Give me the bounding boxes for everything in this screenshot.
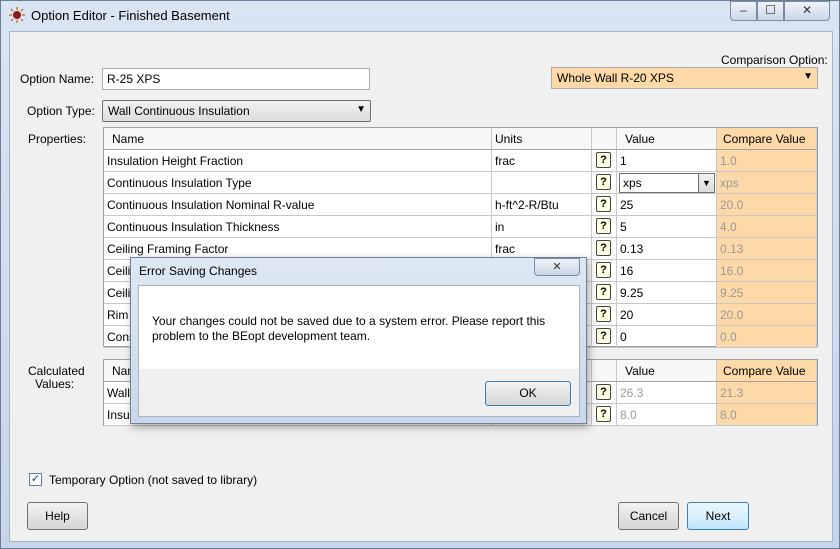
option-editor-window: Option Editor - Finished Basement – ☐ ✕ … [0, 0, 840, 549]
row-compare-value: 21.3 [717, 382, 817, 404]
header-name[interactable]: Name [104, 128, 492, 150]
option-name-input[interactable]: R-25 XPS [102, 68, 370, 90]
calculated-label-line2: Values: [35, 377, 75, 391]
maximize-button[interactable]: ☐ [757, 1, 784, 21]
header-help [592, 128, 617, 150]
comparison-option-label: Comparison Option: [721, 53, 828, 67]
help-question-icon[interactable]: ? [596, 152, 611, 168]
chevron-down-icon: ▼ [698, 174, 714, 192]
row-name: Continuous Insulation Thickness [104, 216, 492, 238]
row-value-input[interactable]: 20 [617, 304, 717, 326]
row-calculated-value: 26.3 [617, 382, 717, 404]
help-question-icon[interactable]: ? [596, 284, 611, 300]
help-button[interactable]: Help [27, 502, 88, 530]
help-question-icon[interactable]: ? [596, 262, 611, 278]
table-row: Continuous Insulation Thickness in ? 5 4… [104, 216, 817, 238]
chevron-down-icon: ▼ [356, 104, 366, 115]
header-value[interactable]: Value [617, 128, 717, 150]
row-compare-value: 1.0 [717, 150, 817, 172]
row-compare-value: 9.25 [717, 282, 817, 304]
row-value-input[interactable]: 5 [617, 216, 717, 238]
minimize-button[interactable]: – [730, 1, 757, 21]
header-compare[interactable]: Compare Value [717, 360, 817, 382]
next-button[interactable]: Next [687, 502, 749, 530]
option-name-label: Option Name: [20, 72, 95, 86]
app-sun-icon [9, 7, 25, 23]
row-name: Insulation Height Fraction [104, 150, 492, 172]
table-row: Insulation Height Fraction frac ? 1 1.0 [104, 150, 817, 172]
dialog-title: Error Saving Changes [139, 264, 258, 278]
option-type-select[interactable]: Wall Continuous Insulation ▼ [102, 100, 371, 122]
temporary-option-checkbox[interactable]: ✓ [29, 473, 42, 486]
comparison-option-select[interactable]: Whole Wall R-20 XPS ▼ [551, 67, 818, 89]
dialog-body: Your changes could not be saved due to a… [138, 285, 580, 417]
row-compare-value: 0.13 [717, 238, 817, 260]
header-units[interactable]: Units [492, 128, 592, 150]
comparison-option-value: Whole Wall R-20 XPS [557, 71, 674, 85]
help-question-icon[interactable]: ? [596, 406, 611, 422]
row-units: frac [492, 150, 592, 172]
row-units: h-ft^2-R/Btu [492, 194, 592, 216]
row-value-input[interactable]: 0 [617, 326, 717, 348]
help-question-icon[interactable]: ? [596, 240, 611, 256]
row-units [492, 172, 592, 194]
help-question-icon[interactable]: ? [596, 218, 611, 234]
ok-button[interactable]: OK [485, 381, 571, 406]
properties-header-row: Name Units Value Compare Value [104, 128, 817, 150]
row-value-input[interactable]: 9.25 [617, 282, 717, 304]
help-question-icon[interactable]: ? [596, 196, 611, 212]
header-help [592, 360, 617, 382]
row-compare-value: 8.0 [717, 404, 817, 426]
window-title: Option Editor - Finished Basement [31, 8, 230, 23]
option-type-label: Option Type: [27, 104, 95, 118]
row-compare-value: 16.0 [717, 260, 817, 282]
dialog-message-area: Your changes could not be saved due to a… [139, 286, 579, 369]
error-dialog: Error Saving Changes ✕ Your changes coul… [130, 257, 587, 424]
row-compare-value: 0.0 [717, 326, 817, 348]
dialog-message: Your changes could not be saved due to a… [152, 314, 546, 343]
row-units: in [492, 216, 592, 238]
header-compare[interactable]: Compare Value [717, 128, 817, 150]
properties-label: Properties: [28, 132, 87, 146]
help-question-icon[interactable]: ? [596, 306, 611, 322]
row-name: Continuous Insulation Nominal R-value [104, 194, 492, 216]
help-question-icon[interactable]: ? [596, 384, 611, 400]
header-value[interactable]: Value [617, 360, 717, 382]
row-compare-value: 4.0 [717, 216, 817, 238]
cancel-button[interactable]: Cancel [618, 502, 679, 530]
table-row: Continuous Insulation Type ? xps ▼ xps [104, 172, 817, 194]
calculated-label-line1: Calculated [28, 364, 85, 378]
help-question-icon[interactable]: ? [596, 328, 611, 344]
title-bar[interactable]: Option Editor - Finished Basement – ☐ ✕ [1, 1, 839, 29]
help-question-icon[interactable]: ? [596, 174, 611, 190]
chevron-down-icon: ▼ [803, 71, 813, 82]
row-name: Continuous Insulation Type [104, 172, 492, 194]
close-button[interactable]: ✕ [784, 1, 830, 21]
insulation-type-value: xps [623, 176, 642, 190]
row-compare-value: xps [717, 172, 817, 194]
dialog-close-button[interactable]: ✕ [534, 258, 580, 276]
table-row: Continuous Insulation Nominal R-value h-… [104, 194, 817, 216]
row-compare-value: 20.0 [717, 304, 817, 326]
option-type-value: Wall Continuous Insulation [108, 104, 250, 118]
row-compare-value: 20.0 [717, 194, 817, 216]
row-value-input[interactable]: 25 [617, 194, 717, 216]
row-value-input[interactable]: 16 [617, 260, 717, 282]
row-value-input[interactable]: 0.13 [617, 238, 717, 260]
temporary-option-label[interactable]: Temporary Option (not saved to library) [49, 473, 257, 487]
row-value-input[interactable]: 1 [617, 150, 717, 172]
insulation-type-select[interactable]: xps ▼ [619, 173, 715, 193]
row-calculated-value: 8.0 [617, 404, 717, 426]
